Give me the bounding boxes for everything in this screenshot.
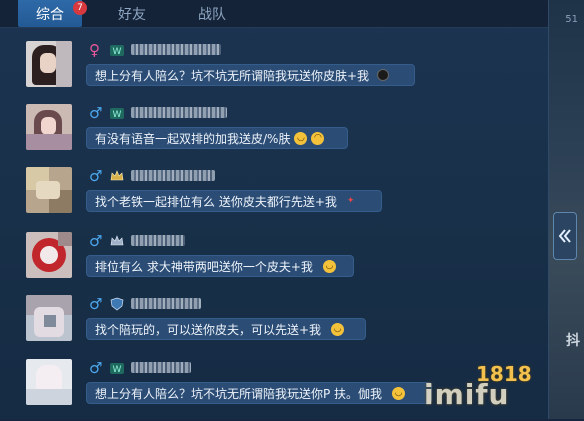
bomb-emoji-icon [377,69,390,81]
username-blurred[interactable] [131,235,185,246]
gender-male-icon: ♂ [89,359,103,377]
smile-emoji-icon: ◡ [392,386,406,400]
rank-crown-gold-icon [110,170,124,181]
rank-crown-silver-icon [110,235,124,246]
grin-emoji-icon: ◡ [294,131,308,145]
username-blurred[interactable] [131,170,215,181]
watermark-logo-text: imifu [424,378,510,411]
username-blurred[interactable] [131,107,227,118]
svg-text:W: W [113,47,122,57]
svg-text:W: W [113,365,122,375]
rank-shield-icon [110,297,124,311]
svg-text:W: W [113,110,122,120]
message-text: 排位有么 求大神带两吧送你一个皮夫+我 [95,259,313,274]
tab-team[interactable]: 战队 [180,0,244,27]
chat-message: ♂ W 有没有语音一起双排的加我送皮/%肤 ◡ ◠ [0,104,548,166]
gender-male-icon: ♂ [89,104,103,122]
gender-female-icon: ♀ [89,41,100,59]
message-text: 找个老铁一起排位有么 送你皮夫都行先送+我 [95,194,337,209]
message-text: 想上分有人陪么？坑不坑无所谓陪我玩送你P 扶。伽我 [95,386,383,401]
message-bubble[interactable]: 想上分有人陪么？坑不坑无所谓陪我玩送你皮肤+我 [86,64,415,86]
chat-message: ♀ W 想上分有人陪么？坑不坑无所谓陪我玩送你皮肤+我 [0,41,548,103]
avatar[interactable] [26,232,72,278]
backdrop-side-glyph: 抖 [566,333,580,349]
message-text: 找个陪玩的，可以送你皮夫，可以先送+我 [95,322,322,337]
username-blurred[interactable] [131,298,201,309]
star-emoji-icon: ✦ [346,195,355,206]
avatar[interactable] [26,167,72,213]
chat-message: ♂ 找个陪玩的，可以送你皮夫，可以先送+我 ◡ [0,295,548,357]
message-bubble[interactable]: 有没有语音一起双排的加我送皮/%肤 ◡ ◠ [86,127,348,149]
rank-w-green-icon: W [110,363,124,375]
message-bubble[interactable]: 找个老铁一起排位有么 送你皮夫都行先送+我 ✦ [86,190,382,212]
avatar[interactable] [26,41,72,87]
message-bubble[interactable]: 排位有么 求大神带两吧送你一个皮夫+我 ◡ [86,255,354,277]
chat-panel: 综合 7 好友 战队 ♀ W 想上分有人陪么？坑不坑无所谓陪我玩送你皮肤+我 ♂… [0,0,549,419]
tab-friends-label: 好友 [118,6,146,23]
username-blurred[interactable] [131,362,191,373]
chat-tab-bar: 综合 7 好友 战队 [0,0,548,28]
backdrop-corner-text: 51 [565,14,578,25]
smile-emoji-icon: ◡ [322,259,336,273]
message-text: 想上分有人陪么？坑不坑无所谓陪我玩送你皮肤+我 [95,68,370,83]
avatar[interactable] [26,295,72,341]
double-chevron-left-icon [558,229,571,243]
game-backdrop: 51 抖 [546,0,584,419]
rank-w-green-icon: W [110,45,124,57]
gender-male-icon: ♂ [89,232,103,250]
gender-male-icon: ♂ [89,295,103,313]
avatar[interactable] [26,104,72,150]
chat-message: ♂ 找个老铁一起排位有么 送你皮夫都行先送+我 ✦ [0,167,548,229]
message-bubble[interactable]: 找个陪玩的，可以送你皮夫，可以先送+我 ◡ [86,318,366,340]
tab-general[interactable]: 综合 [18,0,82,27]
collapse-chat-button[interactable] [553,212,577,260]
rank-w-green-icon: W [110,108,124,120]
unread-badge: 7 [73,1,87,15]
chat-message: ♂ 排位有么 求大神带两吧送你一个皮夫+我 ◡ [0,232,548,294]
avatar[interactable] [26,359,72,405]
username-blurred[interactable] [131,44,221,55]
message-text: 有没有语音一起双排的加我送皮/%肤 [95,131,291,146]
smug-emoji-icon: ◠ [311,131,325,145]
tab-team-label: 战队 [198,6,226,23]
tab-general-label: 综合 [36,6,64,23]
gender-male-icon: ♂ [89,167,103,185]
laugh-emoji-icon: ◡ [331,322,345,336]
tab-friends[interactable]: 好友 [100,0,164,27]
message-bubble[interactable]: 想上分有人陪么？坑不坑无所谓陪我玩送你P 扶。伽我 ◡ [86,382,432,404]
